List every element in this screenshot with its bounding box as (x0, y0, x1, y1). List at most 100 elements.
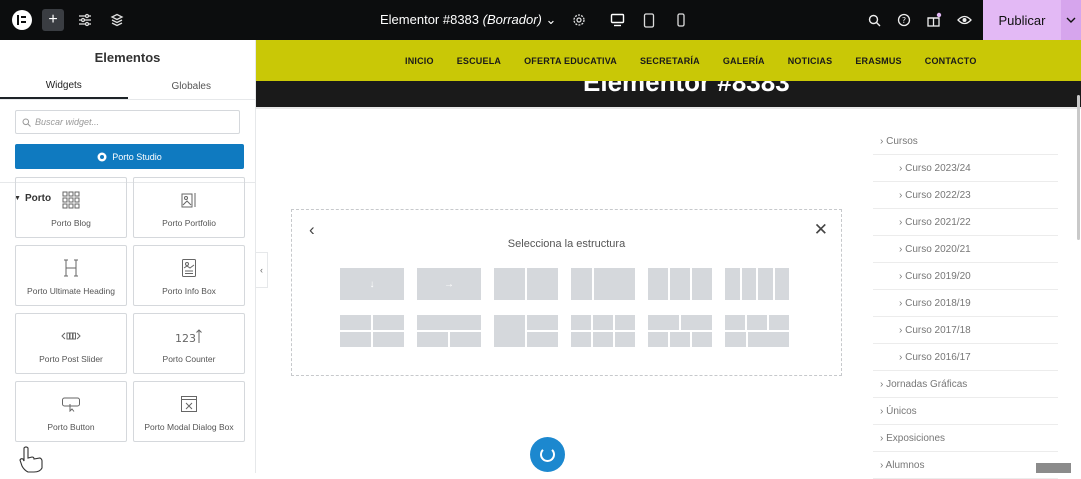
svg-text:123: 123 (175, 332, 196, 345)
counter-icon: 123 (175, 324, 203, 348)
category-sidebar: › Cursos › Curso 2023/24 › Curso 2022/23… (873, 128, 1058, 479)
widget-label: Porto Info Box (162, 285, 216, 296)
nav-item-escuela[interactable]: ESCUELA (457, 56, 501, 66)
sidebar-link[interactable]: › Curso 2023/24 (873, 155, 1058, 182)
add-element-icon[interactable]: + (42, 9, 64, 31)
widget-porto-ultimate-heading[interactable]: Porto Ultimate Heading (15, 245, 127, 306)
sidebar-link[interactable]: › Curso 2021/22 (873, 209, 1058, 236)
structure-picker: ‹ ✕ Selecciona la estructura ↓ → (291, 209, 842, 376)
back-icon[interactable]: ‹ (309, 220, 315, 240)
structure-title: Selecciona la estructura (507, 238, 626, 250)
widget-label: Porto Button (47, 421, 95, 432)
widget-porto-modal-dialog-box[interactable]: Porto Modal Dialog Box (133, 381, 245, 442)
widget-label: Porto Ultimate Heading (27, 285, 115, 296)
button-icon (61, 392, 81, 416)
widget-label: Porto Counter (162, 353, 216, 364)
widget-label: Porto Modal Dialog Box (144, 421, 234, 432)
widget-label: Porto Portfolio (162, 217, 216, 228)
hand-cursor-icon (19, 446, 43, 473)
site-navigation: INICIO ESCUELA OFERTA EDUCATIVA SECRETAR… (256, 40, 1081, 81)
publish-options-icon[interactable] (1061, 0, 1081, 40)
arrow-down-icon: ↓ (340, 268, 404, 300)
widget-porto-post-slider[interactable]: Porto Post Slider (15, 313, 127, 374)
nav-item-galeria[interactable]: GALERÍA (723, 56, 765, 66)
add-section-button[interactable] (530, 437, 565, 472)
heading-icon (62, 256, 80, 280)
porto-studio-button[interactable]: Porto Studio (15, 144, 244, 169)
search-icon[interactable] (859, 0, 889, 40)
widget-porto-button[interactable]: Porto Button (15, 381, 127, 442)
widget-porto-blog[interactable]: Porto Blog (15, 177, 127, 238)
sidebar-link[interactable]: › Cursos (873, 128, 1058, 155)
sidebar-link[interactable]: › Curso 2018/19 (873, 290, 1058, 317)
sidebar-link[interactable]: › Curso 2020/21 (873, 236, 1058, 263)
preset-3-columns[interactable] (648, 268, 712, 300)
sidebar-link[interactable]: › Curso 2016/17 (873, 344, 1058, 371)
nav-item-secretaria[interactable]: SECRETARÍA (640, 56, 700, 66)
page-hero: Elementor #8383 (256, 81, 1081, 107)
post-slider-icon (61, 324, 81, 348)
preset-2-columns[interactable] (494, 268, 558, 300)
panel-title: Elementos (94, 49, 161, 65)
nav-item-erasmus[interactable]: ERASMUS (855, 56, 901, 66)
publish-button[interactable]: Publicar (983, 0, 1061, 40)
info-box-icon (181, 256, 197, 280)
document-status: (Borrador) (482, 12, 542, 27)
nav-item-noticias[interactable]: NOTICIAS (788, 56, 833, 66)
preset-3x2-grid[interactable] (571, 315, 635, 347)
sidebar-link[interactable]: › Jornadas Gráficas (873, 371, 1058, 398)
canvas-scrollbar[interactable] (1077, 95, 1080, 240)
document-title[interactable]: Elementor #8383 (Borrador) ⌄ (380, 12, 556, 28)
widget-porto-portfolio[interactable]: Porto Portfolio (133, 177, 245, 238)
arrow-right-icon: → (417, 268, 481, 300)
widget-search-input[interactable]: Buscar widget... (15, 110, 240, 134)
document-name: Elementor #8383 (380, 12, 480, 27)
panel-tabs: Widgets Globales (0, 74, 255, 100)
preset-1-left-2-right[interactable] (494, 315, 558, 347)
nav-item-oferta-educativa[interactable]: OFERTA EDUCATIVA (524, 56, 617, 66)
elementor-logo-icon[interactable] (12, 10, 32, 30)
panel-collapse-toggle[interactable]: ‹ (256, 252, 268, 288)
tab-widgets[interactable]: Widgets (0, 74, 128, 99)
nav-item-inicio[interactable]: INICIO (405, 56, 434, 66)
site-settings-icon[interactable] (74, 9, 96, 31)
sidebar-link[interactable]: › Únicos (873, 398, 1058, 425)
preset-2x2-grid[interactable] (340, 315, 404, 347)
hero-divider (256, 107, 1081, 109)
search-icon (22, 118, 31, 127)
preset-1-top-2-bottom[interactable] (417, 315, 481, 347)
modal-dialog-icon (180, 392, 198, 416)
preset-1-2-columns[interactable] (571, 268, 635, 300)
preset-3-top-2-bottom[interactable] (725, 315, 789, 347)
sidebar-link[interactable]: › Curso 2022/23 (873, 182, 1058, 209)
preset-4-columns[interactable] (725, 268, 789, 300)
preview-icon[interactable] (949, 0, 979, 40)
sidebar-link[interactable]: › Exposiciones (873, 425, 1058, 452)
sidebar-link[interactable]: › Alumnos (873, 452, 1058, 479)
scroll-to-top-button[interactable] (1036, 463, 1071, 473)
close-icon[interactable]: ✕ (814, 220, 828, 240)
tab-globales[interactable]: Globales (128, 74, 256, 99)
porto-studio-label: Porto Studio (112, 151, 162, 162)
sidebar-link[interactable]: › Curso 2017/18 (873, 317, 1058, 344)
nav-item-contacto[interactable]: CONTACTO (925, 56, 977, 66)
widget-porto-counter[interactable]: 123 Porto Counter (133, 313, 245, 374)
sidebar-link[interactable]: › Curso 2019/20 (873, 263, 1058, 290)
page-settings-icon[interactable] (570, 11, 588, 29)
widget-porto-info-box[interactable]: Porto Info Box (133, 245, 245, 306)
structure-presets: ↓ → (340, 268, 789, 347)
tablet-icon[interactable] (640, 11, 658, 29)
mobile-icon[interactable] (672, 11, 690, 29)
loading-icon (540, 447, 555, 462)
preset-2-top-3-bottom[interactable] (648, 315, 712, 347)
help-icon[interactable]: ? (889, 0, 919, 40)
preset-flex-column[interactable]: ↓ (340, 268, 404, 300)
editor-topbar: + Elementor #8383 (Borrador) ⌄ ? Publica… (0, 0, 1081, 40)
svg-text:?: ? (902, 16, 906, 25)
whats-new-icon[interactable] (919, 0, 949, 40)
preset-flex-row[interactable]: → (417, 268, 481, 300)
desktop-icon[interactable] (608, 11, 626, 29)
structure-icon[interactable] (106, 9, 128, 31)
porto-logo-icon (97, 152, 107, 161)
page-title: Elementor #8383 (583, 81, 790, 97)
